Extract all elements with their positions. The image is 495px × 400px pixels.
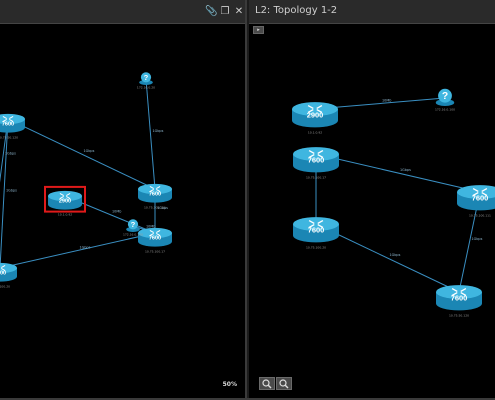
link-line[interactable] xyxy=(145,78,156,190)
router-model-label: 7600 xyxy=(308,156,325,165)
router-model-label: 7600 xyxy=(308,226,325,235)
router-node[interactable]: 7600 10.75.100.20 xyxy=(293,217,339,249)
unknown-device-node[interactable]: ? 172.16.0.100 xyxy=(435,88,455,112)
router-node[interactable]: 7600 10.75.100.20 xyxy=(0,262,17,289)
node-ip-label: 10.75.100.111 xyxy=(469,213,491,217)
router-node[interactable]: 7600 10.75.100.111 xyxy=(457,185,495,217)
link-line[interactable] xyxy=(0,232,156,269)
right-topology-graph[interactable]: 10Mb 1Gbps 1Gbps 1Gbps 2900 10.1.0.92 7600 10.7… xyxy=(249,24,495,400)
router-node[interactable]: 7600 10.75.50.120 xyxy=(436,285,482,317)
router-node[interactable]: 7600 10.75.50.120 xyxy=(0,113,25,140)
zoom-out-button[interactable] xyxy=(276,377,292,390)
right-pane-titlebar: L2: Topology 1-2 xyxy=(249,0,495,24)
node-ip-label: 172.16.0.100 xyxy=(123,232,143,236)
question-mark-glyph: ? xyxy=(131,220,136,229)
zoom-in-button[interactable] xyxy=(259,377,275,390)
zoom-in-icon xyxy=(262,379,272,389)
unknown-device-node[interactable]: ? 172.16.0.20 xyxy=(137,72,155,89)
topology-pane-left: 📎 ❐ ✕ 1Gbps 1Gbps 1Gbps 1Gbps 10Mb 10Mb 1Gbps 1… xyxy=(0,0,247,400)
router-node[interactable]: 7600 10.75.100.17 xyxy=(293,147,339,179)
node-ip-label: 10.75.100.17 xyxy=(306,175,326,179)
link-line[interactable] xyxy=(7,118,156,190)
zoom-out-icon xyxy=(279,379,289,389)
router-model-label: 7600 xyxy=(0,270,6,276)
router-model-label: 7600 xyxy=(2,121,14,127)
link-speed-label: 10Mb xyxy=(382,99,391,103)
link-speed-label: 1Gbps xyxy=(6,189,17,193)
router-model-label: 7600 xyxy=(149,191,161,197)
link-speed-label: 10Mb xyxy=(146,225,155,229)
node-ip-label: 10.75.100.17 xyxy=(145,250,165,254)
node-ip-label: 10.75.100.111 xyxy=(144,206,166,210)
question-mark-glyph: ? xyxy=(442,91,448,102)
router-node[interactable]: 7600 10.75.100.17 xyxy=(138,227,172,254)
router-model-label: 7600 xyxy=(451,294,468,303)
node-ip-label: 10.75.50.120 xyxy=(449,313,469,317)
link-speed-label: 1Gbps xyxy=(80,246,91,250)
router-model-label: 7600 xyxy=(472,194,489,203)
link-speed-label: 1Gbps xyxy=(5,152,16,156)
router-node[interactable]: 2900 10.1.0.92 xyxy=(44,185,86,217)
restore-window-icon[interactable]: ❐ xyxy=(219,6,231,18)
node-ip-label: 10.1.0.92 xyxy=(58,213,72,217)
question-mark-glyph: ? xyxy=(144,73,149,82)
topology-pane-right: L2: Topology 1-2 ▸ 10Mb 1Gbps 1Gbps 1Gbps 29… xyxy=(249,0,495,400)
link-line[interactable] xyxy=(0,118,9,269)
node-ip-label: 172.16.0.20 xyxy=(137,85,155,89)
zoom-level-label: 50% xyxy=(222,381,237,388)
link-speed-label: 1Gbps xyxy=(153,129,164,133)
node-ip-label: 10.75.100.20 xyxy=(306,245,326,249)
node-ip-label: 10.75.100.20 xyxy=(0,285,10,289)
left-topology-graph[interactable]: 1Gbps1Gbps1Gbps1Gbps10Mb10Mb1Gbps1Gbps76… xyxy=(0,24,245,400)
router-model-label: 2900 xyxy=(59,198,71,204)
link-speed-label: 10Mb xyxy=(112,210,121,214)
left-pane-titlebar: 📎 ❐ ✕ xyxy=(0,0,245,24)
link-speed-label: 1Gbps xyxy=(390,253,401,257)
pane-title: L2: Topology 1-2 xyxy=(255,5,338,16)
link-line[interactable] xyxy=(315,153,481,193)
link-speed-label: 1Gbps xyxy=(84,149,95,153)
router-node[interactable]: 2900 10.1.0.92 xyxy=(292,102,338,134)
left-topology-canvas[interactable]: 1Gbps 1Gbps 1Gbps 1Gbps 10Mb 10Mb 1Gbps 1Gbps 76… xyxy=(0,24,245,400)
node-ip-label: 10.1.0.92 xyxy=(308,130,322,134)
right-topology-canvas[interactable]: 10Mb 1Gbps 1Gbps 1Gbps 2900 10.1.0.92 7600 10.7… xyxy=(249,24,495,400)
router-model-label: 7600 xyxy=(149,235,161,241)
link-speed-label: 1Gbps xyxy=(400,168,411,172)
link-speed-label: 1Gbps xyxy=(472,237,483,241)
close-icon[interactable]: ✕ xyxy=(233,6,245,18)
attach-icon[interactable]: 📎 xyxy=(205,6,217,18)
node-ip-label: 172.16.0.100 xyxy=(435,108,455,112)
router-model-label: 2900 xyxy=(307,111,324,120)
node-ip-label: 10.75.50.120 xyxy=(0,136,18,140)
